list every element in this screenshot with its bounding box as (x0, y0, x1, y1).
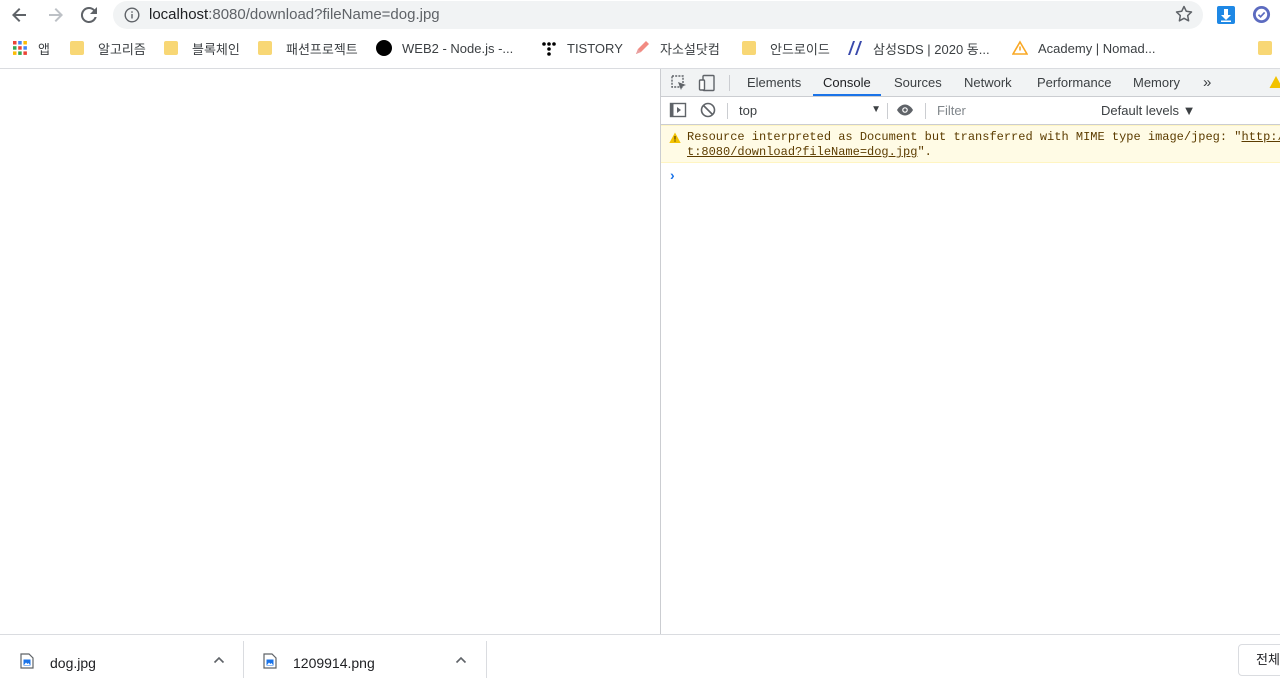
context-value: top (739, 103, 757, 118)
bookmark-label: 삼성SDS | 2020 동... (873, 39, 990, 58)
bookmark-tistory[interactable]: TISTORY (541, 39, 623, 57)
context-selector[interactable]: top ▼ (737, 101, 885, 120)
tistory-icon (541, 40, 557, 56)
chevron-up-icon[interactable] (454, 653, 468, 667)
warning-count-icon[interactable] (1269, 75, 1280, 89)
bookmark-label: 자소설닷컴 (660, 39, 720, 58)
eye-icon[interactable] (896, 101, 914, 119)
bookmark-label: 패션프로젝트 (286, 39, 358, 58)
devtools-panel: Elements Console Sources Network Perform… (660, 69, 1280, 634)
warning-icon (669, 132, 681, 144)
back-button[interactable] (8, 4, 32, 26)
devtools-tab-bar: Elements Console Sources Network Perform… (661, 69, 1280, 97)
show-sidebar-icon[interactable] (669, 101, 687, 119)
device-toolbar-icon[interactable] (698, 74, 716, 92)
bookmark-jasoseol[interactable]: 자소설닷컴 (634, 39, 720, 57)
download-item[interactable]: 1209914.png (243, 635, 486, 678)
bookmark-folder-android[interactable]: 안드로이드 (742, 39, 830, 57)
bookmark-label: 앱 (38, 39, 50, 58)
pencil-icon (634, 40, 650, 56)
download-extension-icon[interactable] (1216, 5, 1236, 25)
tab-memory[interactable]: Memory (1123, 69, 1190, 96)
console-warning-message: Resource interpreted as Document but tra… (661, 125, 1280, 163)
url-host: localhost (149, 6, 208, 23)
nomad-logo-icon (1012, 40, 1028, 56)
clear-console-icon[interactable] (699, 101, 717, 119)
toolbar-divider (887, 103, 888, 119)
log-levels-dropdown[interactable]: Default levels ▼ (1101, 103, 1196, 118)
dropdown-arrow-icon: ▼ (871, 104, 881, 115)
resource-link-end[interactable]: t:8080/download?fileName=dog.jpg (687, 145, 917, 159)
warning-message-text: Resource interpreted as Document but tra… (687, 130, 1280, 160)
page-viewport (0, 69, 660, 634)
reload-icon (80, 6, 98, 24)
url-path: :8080/download?fileName=dog.jpg (208, 6, 439, 23)
url-text[interactable]: localhost:8080/download?fileName=dog.jpg (149, 6, 440, 23)
bookmark-star-icon[interactable] (1174, 4, 1194, 24)
tab-network[interactable]: Network (954, 69, 1022, 96)
bookmark-label: 안드로이드 (770, 39, 830, 58)
image-file-icon (20, 653, 34, 669)
arrow-left-icon (11, 6, 29, 24)
more-tabs-button[interactable]: » (1193, 69, 1221, 96)
tab-sources[interactable]: Sources (884, 69, 952, 96)
download-filename: 1209914.png (293, 655, 375, 671)
black-circle-icon (376, 40, 392, 56)
image-file-icon (263, 653, 277, 669)
folder-icon (70, 41, 84, 55)
browser-toolbar: localhost:8080/download?fileName=dog.jpg (0, 0, 1280, 31)
folder-icon (1258, 41, 1272, 55)
bookmark-apps[interactable]: 앱 (12, 39, 50, 57)
console-prompt[interactable]: › (670, 167, 675, 183)
chevron-up-icon[interactable] (212, 653, 226, 667)
download-item[interactable]: dog.jpg (0, 635, 243, 678)
bookmark-label: WEB2 - Node.js -... (402, 41, 513, 56)
forward-button[interactable] (43, 4, 67, 26)
warning-line1-text: Resource interpreted as Document but tra… (687, 130, 1242, 144)
download-shelf: dog.jpg 1209914.png 전체 (0, 634, 1280, 678)
bookmark-label: 알고리즘 (98, 39, 146, 58)
bookmark-label: Academy | Nomad... (1038, 41, 1156, 56)
toolbar-divider (925, 103, 926, 119)
warning-line2-suffix: ". (917, 145, 931, 159)
bookmark-web2-nodejs[interactable]: WEB2 - Node.js -... (376, 39, 513, 57)
console-filter-input[interactable] (933, 101, 1099, 120)
bookmark-folder-fashion-project[interactable]: 패션프로젝트 (258, 39, 358, 57)
info-icon[interactable] (124, 7, 140, 23)
bookmark-folder-algorithm[interactable]: 알고리즘 (70, 39, 146, 57)
show-all-downloads-button[interactable]: 전체 (1238, 644, 1280, 676)
check-extension-icon[interactable] (1252, 5, 1271, 24)
bookmark-label: 블록체인 (192, 39, 240, 58)
arrow-right-icon (46, 6, 64, 24)
bookmark-samsung-sds[interactable]: 삼성SDS | 2020 동... (847, 39, 990, 57)
tab-performance[interactable]: Performance (1027, 69, 1121, 96)
console-toolbar: top ▼ Default levels ▼ (661, 97, 1280, 125)
apps-grid-icon (12, 40, 28, 56)
toolbar-divider (729, 75, 730, 91)
slash-logo-icon (847, 40, 863, 56)
folder-icon (258, 41, 272, 55)
download-divider (486, 641, 487, 678)
inspect-element-icon[interactable] (670, 74, 688, 92)
bookmarks-bar: 앱 알고리즘 블록체인 패션프로젝트 WEB2 - Node.js -... T… (0, 31, 1280, 69)
bookmark-label: TISTORY (567, 41, 623, 56)
address-bar[interactable]: localhost:8080/download?fileName=dog.jpg (113, 1, 1203, 29)
folder-icon (742, 41, 756, 55)
toolbar-divider (727, 103, 728, 119)
tab-elements[interactable]: Elements (737, 69, 811, 96)
tab-console[interactable]: Console (813, 69, 881, 96)
bookmark-nomad-academy[interactable]: Academy | Nomad... (1012, 39, 1156, 57)
reload-button[interactable] (77, 4, 101, 26)
resource-link-start[interactable]: http:// (1242, 130, 1280, 144)
download-filename: dog.jpg (50, 655, 96, 671)
folder-icon (164, 41, 178, 55)
bookmark-folder-blockchain[interactable]: 블록체인 (164, 39, 240, 57)
bookmark-folder-other[interactable] (1258, 39, 1280, 57)
